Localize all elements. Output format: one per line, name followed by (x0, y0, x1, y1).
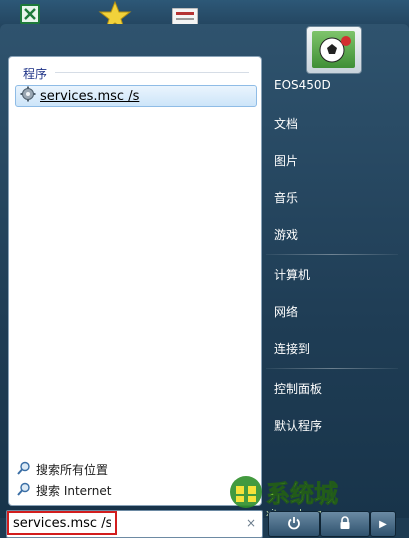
right-item-documents[interactable]: 文档 (274, 115, 298, 132)
shutdown-options-button[interactable]: ▶ (370, 511, 396, 537)
right-divider (266, 254, 398, 255)
user-avatar[interactable] (306, 26, 362, 74)
football-avatar-image (312, 31, 355, 68)
svg-text:系统城: 系统城 (266, 480, 338, 508)
power-icon (287, 515, 301, 534)
search-input[interactable] (7, 511, 117, 535)
start-search-box[interactable]: × (6, 510, 263, 538)
right-item-games[interactable]: 游戏 (274, 226, 298, 243)
arrow-right-icon: ▶ (379, 518, 387, 530)
clear-search-icon[interactable]: × (246, 516, 256, 530)
search-result-label: services.msc /s (40, 88, 140, 104)
right-item-music[interactable]: 音乐 (274, 189, 298, 206)
search-internet-link[interactable]: 搜索 Internet (17, 482, 111, 499)
right-item-default-programs[interactable]: 默认程序 (274, 417, 322, 434)
right-item-connect-to[interactable]: 连接到 (274, 340, 310, 357)
search-everywhere-link[interactable]: 搜索所有位置 (17, 461, 108, 478)
right-item-network[interactable]: 网络 (274, 303, 298, 320)
search-internet-label: 搜索 Internet (36, 484, 112, 498)
section-divider (55, 72, 249, 73)
lock-button[interactable] (320, 511, 370, 537)
gear-icon (20, 86, 36, 106)
right-item-computer[interactable]: 计算机 (274, 266, 310, 283)
power-button[interactable] (268, 511, 320, 537)
search-everywhere-label: 搜索所有位置 (36, 463, 109, 477)
magnifier-icon (17, 461, 31, 478)
magnifier-icon (17, 482, 31, 499)
right-divider (266, 368, 398, 369)
right-item-control-panel[interactable]: 控制面板 (274, 380, 322, 397)
search-results-pane: 程序 services.msc /s 搜索所有位置 搜索 Internet (8, 56, 262, 506)
search-result-item[interactable]: services.msc /s (15, 85, 257, 107)
excel-desktop-icon[interactable] (20, 4, 40, 24)
section-title-programs: 程序 (23, 67, 48, 81)
lock-icon (338, 515, 352, 534)
start-menu: 程序 services.msc /s 搜索所有位置 搜索 Internet EO… (0, 24, 409, 538)
right-item-user[interactable]: EOS450D (274, 78, 331, 92)
right-item-pictures[interactable]: 图片 (274, 152, 298, 169)
